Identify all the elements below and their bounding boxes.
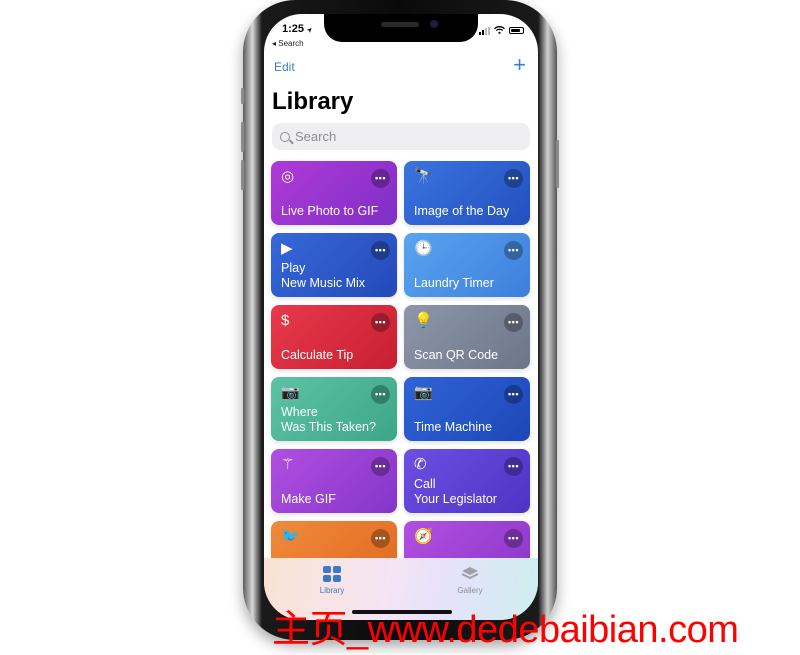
shortcut-label: Time Machine bbox=[414, 420, 493, 434]
search-input[interactable]: Search bbox=[272, 123, 530, 150]
shortcut-card[interactable]: ✆ ••• Call Your Legislator bbox=[404, 449, 530, 513]
more-options-button[interactable]: ••• bbox=[371, 385, 390, 404]
play-icon: ▶ bbox=[281, 240, 293, 257]
volume-up-button bbox=[241, 122, 244, 152]
clock-icon: 🕒 bbox=[414, 240, 433, 257]
shortcut-label: Make GIF bbox=[281, 492, 336, 506]
shortcut-card[interactable]: ▶ ••• Play New Music Mix bbox=[271, 233, 397, 297]
notch bbox=[324, 14, 478, 42]
more-options-button[interactable]: ••• bbox=[504, 457, 523, 476]
tab-library[interactable]: Library bbox=[302, 566, 362, 595]
phone-icon: ✆ bbox=[414, 456, 427, 473]
grid-icon bbox=[323, 566, 341, 582]
concentric-circles-icon: ◎ bbox=[281, 168, 295, 185]
phone-screen: 1:25 ➤ ◂ Search Edit + Library Search ◎ •… bbox=[264, 14, 538, 620]
shortcut-label: Image of the Day bbox=[414, 204, 510, 218]
front-camera bbox=[430, 20, 438, 28]
shortcut-label: Live Photo to GIF bbox=[281, 204, 379, 218]
shortcut-card[interactable]: 📷 ••• Time Machine bbox=[404, 377, 530, 441]
cellular-signal-icon bbox=[479, 26, 490, 35]
shortcut-label: Call Your Legislator bbox=[414, 477, 497, 506]
telescope-icon: 🔭 bbox=[414, 168, 433, 185]
more-options-button[interactable]: ••• bbox=[504, 313, 523, 332]
compass-icon: 🧭 bbox=[414, 528, 433, 545]
magic-wand-icon: ⚚ bbox=[281, 456, 295, 473]
silent-switch bbox=[241, 88, 244, 104]
edit-button[interactable]: Edit bbox=[274, 60, 295, 74]
shortcut-label: Laundry Timer bbox=[414, 276, 494, 290]
twitter-icon: 🐦 bbox=[281, 528, 300, 545]
more-options-button[interactable]: ••• bbox=[371, 313, 390, 332]
shortcut-card[interactable]: $ ••• Calculate Tip bbox=[271, 305, 397, 369]
shortcut-card[interactable]: 🕒 ••• Laundry Timer bbox=[404, 233, 530, 297]
status-time: 1:25 ➤ bbox=[282, 23, 315, 35]
more-options-button[interactable]: ••• bbox=[504, 169, 523, 188]
shortcut-card[interactable]: 🔭 ••• Image of the Day bbox=[404, 161, 530, 225]
tab-gallery[interactable]: Gallery bbox=[440, 566, 500, 595]
wifi-icon bbox=[494, 26, 505, 35]
add-shortcut-button[interactable]: + bbox=[513, 54, 526, 76]
search-placeholder: Search bbox=[295, 129, 337, 144]
shortcut-card[interactable]: 📷 ••• Where Was This Taken? bbox=[271, 377, 397, 441]
shortcut-label: Where Was This Taken? bbox=[281, 405, 376, 434]
layers-icon bbox=[461, 566, 479, 582]
shortcut-label: Scan QR Code bbox=[414, 348, 499, 362]
tab-gallery-label: Gallery bbox=[457, 586, 483, 595]
status-indicators bbox=[479, 26, 524, 35]
volume-down-button bbox=[241, 160, 244, 190]
more-options-button[interactable]: ••• bbox=[371, 529, 390, 548]
watermark-text: 主页_www.dedebaibian.com bbox=[272, 609, 739, 651]
more-options-button[interactable]: ••• bbox=[371, 241, 390, 260]
shortcut-card[interactable]: 💡 ••• Scan QR Code bbox=[404, 305, 530, 369]
camera-icon: 📷 bbox=[414, 384, 433, 401]
lightbulb-icon: 💡 bbox=[414, 312, 433, 329]
more-options-button[interactable]: ••• bbox=[504, 385, 523, 404]
shortcut-label: Calculate Tip bbox=[281, 348, 354, 362]
shortcut-label: Play New Music Mix bbox=[281, 261, 366, 290]
back-to-search-link[interactable]: ◂ Search bbox=[272, 39, 304, 48]
battery-icon bbox=[509, 27, 524, 34]
dollar-icon: $ bbox=[281, 312, 290, 329]
camera-icon: 📷 bbox=[281, 384, 300, 401]
location-arrow-icon: ➤ bbox=[305, 25, 315, 35]
more-options-button[interactable]: ••• bbox=[371, 169, 390, 188]
more-options-button[interactable]: ••• bbox=[504, 241, 523, 260]
time-text: 1:25 bbox=[282, 23, 305, 35]
more-options-button[interactable]: ••• bbox=[504, 529, 523, 548]
shortcut-card[interactable]: ⚚ ••• Make GIF bbox=[271, 449, 397, 513]
page-title: Library bbox=[272, 88, 354, 115]
shortcut-card[interactable]: ◎ ••• Live Photo to GIF bbox=[271, 161, 397, 225]
speaker bbox=[381, 22, 419, 27]
more-options-button[interactable]: ••• bbox=[371, 457, 390, 476]
search-icon bbox=[280, 131, 290, 142]
power-button bbox=[556, 140, 559, 188]
tab-library-label: Library bbox=[319, 586, 345, 595]
